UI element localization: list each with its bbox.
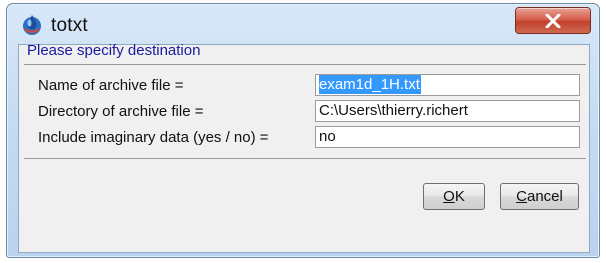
topspin-drop-icon: [23, 15, 41, 35]
dialog-window: totxt Please specify destination Name of…: [6, 3, 600, 258]
heading-divider: [24, 64, 586, 65]
dialog-body: Please specify destination Name of archi…: [18, 42, 590, 253]
imaginary-data-input[interactable]: no: [315, 126, 580, 148]
title-bar[interactable]: totxt: [7, 4, 599, 45]
imaginary-data-label: Include imaginary data (yes / no) =: [38, 129, 269, 146]
window-title: totxt: [51, 15, 88, 36]
close-button[interactable]: [515, 7, 591, 34]
footer-divider: [24, 158, 586, 159]
imaginary-data-value: no: [319, 128, 336, 145]
archive-directory-label: Directory of archive file =: [38, 103, 204, 120]
archive-directory-value: C:\Users\thierry.richert: [319, 102, 468, 119]
ok-button[interactable]: OK: [423, 183, 485, 210]
archive-name-label: Name of archive file =: [38, 77, 184, 94]
close-icon: [545, 14, 561, 28]
archive-name-input[interactable]: exam1d_1H.txt: [315, 74, 580, 96]
dialog-heading: Please specify destination: [27, 42, 201, 59]
archive-directory-input[interactable]: C:\Users\thierry.richert: [315, 100, 580, 122]
archive-name-value: exam1d_1H.txt: [319, 75, 421, 94]
cancel-button[interactable]: Cancel: [500, 183, 579, 210]
